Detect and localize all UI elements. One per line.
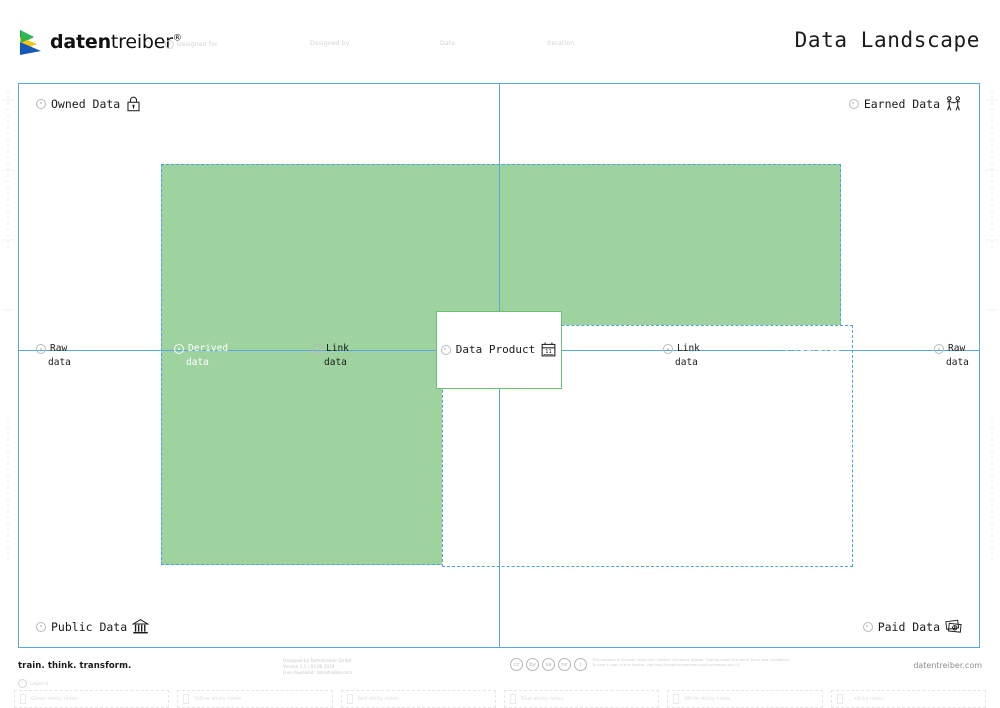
quadrant-label-text: Public Data: [51, 619, 128, 634]
axis-label-line2: data: [186, 357, 209, 368]
axis-label-line1: Raw: [50, 343, 68, 354]
bullet-icon: [862, 621, 873, 632]
axis-label-line2: data: [324, 357, 347, 368]
axis-label-line1: Derived: [188, 343, 229, 354]
legend-item-yellow[interactable]: Yellow sticky notes: [177, 690, 333, 708]
legend-row: Green sticky notes Yellow sticky notes R…: [14, 690, 986, 708]
axis-label-line2: data: [48, 357, 71, 368]
axis-label-line1: Derived: [800, 343, 841, 354]
axis-label-line2: data: [946, 357, 969, 368]
info-circle-icon: i: [18, 679, 27, 688]
handshake-people-icon: [947, 96, 960, 111]
designer-info-block: Designed by Datentreiber GmbH Version 1.…: [283, 658, 352, 676]
axis-label-raw-left[interactable]: Raw data: [36, 342, 71, 370]
data-product-label: Data Product: [455, 343, 536, 357]
quadrant-label-owned-data[interactable]: Owned Data: [36, 95, 142, 112]
brand-tagline: train. think. transform.: [18, 661, 132, 671]
quadrant-label-paid-data[interactable]: Paid Data: [862, 618, 962, 635]
quadrant-label-text: Paid Data: [877, 619, 940, 634]
legend-title-text: Legend: [30, 680, 49, 687]
axis-label-line2: data: [798, 357, 821, 368]
page-footer: train. think. transform. Designed by Dat…: [0, 652, 1000, 708]
brand-name-bold: daten: [50, 31, 111, 53]
brand-wordmark: datentreiber®: [50, 31, 182, 53]
quadrant-label-public-data[interactable]: Public Data: [36, 618, 150, 635]
cc-sa-icon: sa: [542, 658, 555, 671]
svg-text:□: □: [3, 178, 7, 183]
brand-logo: datentreiber®: [18, 28, 182, 56]
calendar-icon: 11: [541, 342, 556, 357]
meta-field-label: Iteration: [547, 40, 575, 47]
designer-line-3: Free download: datentreiber.com: [283, 670, 353, 675]
page-title: Data Landscape: [794, 28, 980, 52]
axis-label-line2: data: [675, 357, 698, 368]
bullet-icon: [786, 344, 796, 354]
legend-title: i Legend: [18, 679, 48, 688]
license-block: cc by sa nc i This material is licensed …: [510, 658, 791, 671]
header-meta-fields: 1 Designed for Designed by Date Iteratio…: [165, 40, 785, 52]
meta-field-designed-by[interactable]: Designed by: [310, 40, 350, 47]
bullet-icon: [663, 344, 673, 354]
lock-icon: [127, 96, 140, 112]
money-cash-icon: [945, 619, 962, 633]
bullet-icon: [174, 344, 184, 354]
axis-label-link-right[interactable]: Link data: [663, 342, 700, 370]
quadrant-label-earned-data[interactable]: Earned Data: [848, 95, 962, 112]
license-text: This material is licensed under the Crea…: [592, 658, 791, 668]
legend-item-white[interactable]: White sticky notes: [667, 690, 823, 708]
bullet-icon: [312, 344, 322, 354]
data-product-box[interactable]: Data Product 11: [436, 310, 562, 389]
axis-label-derived-right[interactable]: Derived data: [786, 342, 840, 370]
bank-building-icon: [132, 619, 150, 634]
axis-label-link-left[interactable]: Link data: [312, 342, 349, 370]
axis-label-line1: Raw: [948, 343, 966, 354]
meta-field-label: Designed for: [177, 41, 218, 48]
website-url[interactable]: datentreiber.com: [913, 661, 982, 670]
license-text-line-2: To view a copy of this license, visit ht…: [592, 663, 740, 667]
meta-field-label: Designed by: [310, 40, 350, 47]
legend-item-blue[interactable]: Blue sticky notes: [503, 690, 660, 708]
axis-label-derived-left[interactable]: Derived data: [174, 342, 228, 370]
cc-icon: cc: [510, 658, 523, 671]
meta-field-date[interactable]: Date: [440, 40, 455, 47]
svg-text:□: □: [3, 108, 7, 113]
creative-commons-badges: cc by sa nc i: [510, 658, 587, 671]
cc-by-icon: by: [526, 658, 539, 671]
data-landscape-canvas[interactable]: Owned Data Earned Data Public Data Paid …: [18, 83, 980, 648]
bullet-icon: [848, 98, 859, 109]
legend-item-red[interactable]: Red sticky notes: [340, 690, 496, 708]
svg-text:□: □: [990, 108, 994, 113]
bullet-icon: [934, 344, 944, 354]
datentreiber-chevron-icon: [20, 30, 41, 55]
cc-nc-icon: nc: [558, 658, 571, 671]
meta-field-label: Date: [440, 40, 456, 47]
axis-label-line1: Link: [326, 343, 349, 354]
axis-label-raw-right[interactable]: Raw data: [934, 342, 969, 370]
info-circle-icon: 1: [165, 40, 174, 49]
info-icon: i: [574, 658, 587, 671]
meta-field-iteration[interactable]: Iteration: [547, 40, 574, 47]
quadrant-label-text: Owned Data: [51, 96, 121, 111]
bullet-icon: [36, 98, 46, 109]
page-header: datentreiber® 1 Designed for Designed by…: [0, 0, 1000, 78]
bullet-icon: [440, 344, 451, 355]
bullet-icon: [36, 621, 46, 632]
quadrant-label-text: Earned Data: [863, 96, 940, 111]
bullet-icon: [36, 344, 46, 354]
legend-item-other[interactable]: ... sticky notes: [830, 690, 986, 708]
meta-field-designed-for[interactable]: 1 Designed for: [165, 40, 218, 49]
legend-item-green[interactable]: Green sticky notes: [14, 690, 170, 708]
brand-name-light: treiber: [110, 31, 173, 53]
axis-label-line1: Link: [677, 343, 700, 354]
svg-text:□: □: [990, 178, 994, 183]
